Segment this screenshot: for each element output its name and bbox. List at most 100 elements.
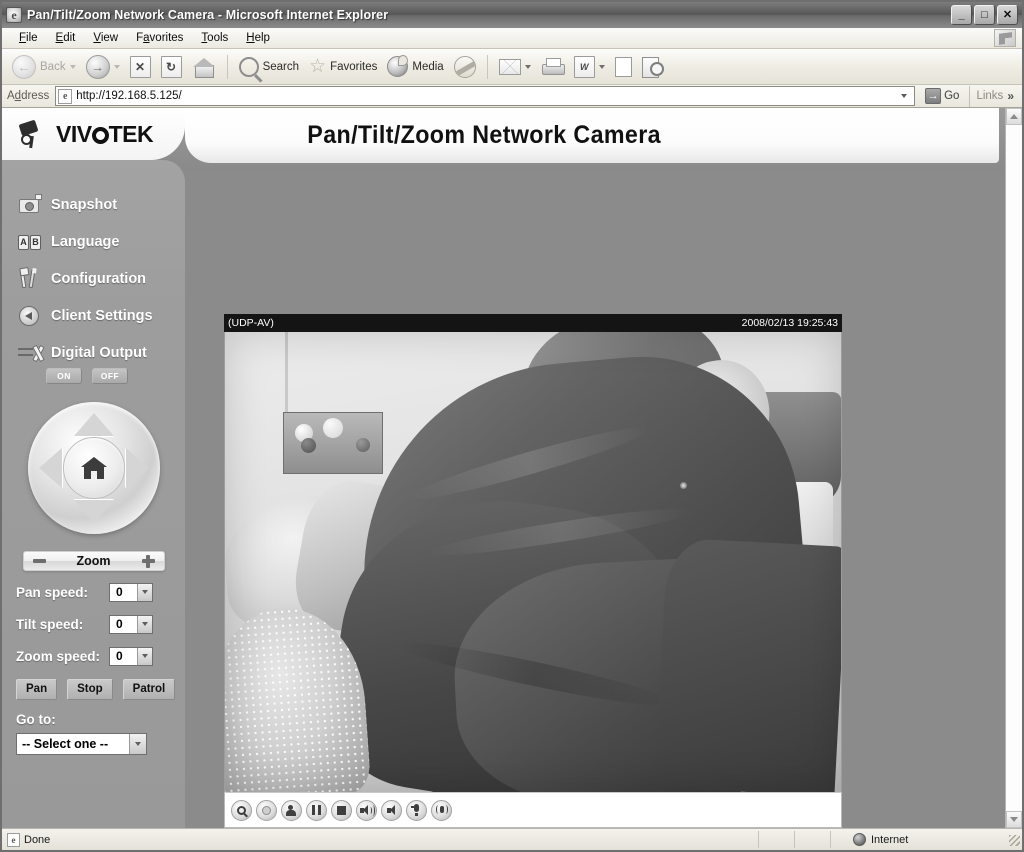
zoom-label: Zoom xyxy=(76,554,111,568)
talk-button[interactable] xyxy=(431,799,452,821)
minimize-button[interactable]: _ xyxy=(951,5,972,25)
page-header-banner: Pan/Tilt/Zoom Network Camera xyxy=(185,108,999,163)
patrol-button[interactable]: Patrol xyxy=(122,679,176,700)
mail-icon xyxy=(498,58,521,75)
back-button[interactable]: ← Back xyxy=(8,52,80,82)
zoom-out-icon[interactable] xyxy=(32,559,46,563)
ptz-joystick[interactable] xyxy=(27,402,160,534)
blank-page-button[interactable] xyxy=(611,52,636,82)
sidebar-item-configuration[interactable]: Configuration xyxy=(2,260,185,297)
record-button[interactable] xyxy=(256,799,277,821)
browser-toolbar: ← Back → ✕ ↻ Search ☆ Favorites Media W xyxy=(2,49,1022,85)
research-button[interactable] xyxy=(638,52,668,82)
chevron-down-icon[interactable] xyxy=(129,734,146,754)
page-scrollbar[interactable] xyxy=(1005,108,1022,828)
digital-zoom-button[interactable] xyxy=(231,799,252,821)
zoom-control-bar[interactable]: Zoom xyxy=(22,551,165,571)
maximize-button[interactable]: □ xyxy=(974,5,995,25)
menu-item-tools[interactable]: Tools xyxy=(192,30,237,46)
scroll-up-button[interactable] xyxy=(1006,108,1022,125)
digital-output-on-button[interactable]: ON xyxy=(46,368,82,384)
goto-label: Go to: xyxy=(16,712,56,727)
arrow-up-icon[interactable] xyxy=(73,413,114,436)
camera-web-page: Pan/Tilt/Zoom Network Camera VIV TEK Snap… xyxy=(2,108,1005,828)
mic-button[interactable] xyxy=(406,799,427,821)
menu-item-help[interactable]: Help xyxy=(237,30,279,46)
sidebar-item-language[interactable]: AB Language xyxy=(2,223,185,260)
chevron-down-icon[interactable] xyxy=(137,583,152,601)
stop-button[interactable]: ✕ xyxy=(126,52,155,82)
stop-button[interactable]: Stop xyxy=(67,679,113,700)
logo-o-icon xyxy=(91,126,109,144)
arrow-right-icon[interactable] xyxy=(125,448,149,488)
zoom-speed-select[interactable]: 0 xyxy=(109,646,153,666)
resize-grip[interactable] xyxy=(1006,832,1022,848)
home-button[interactable] xyxy=(188,52,220,82)
snapshot-button[interactable] xyxy=(281,799,302,821)
status-bar: Done Internet xyxy=(2,828,1022,850)
tilt-speed-label: Tilt speed: xyxy=(16,616,84,632)
pan-button[interactable]: Pan xyxy=(16,679,58,700)
arrow-down-icon[interactable] xyxy=(73,500,114,523)
pause-button[interactable] xyxy=(306,799,327,821)
history-button[interactable] xyxy=(450,52,480,82)
arrow-left-icon[interactable] xyxy=(38,448,62,488)
page-favicon-icon xyxy=(58,88,73,104)
window-title: Pan/Tilt/Zoom Network Camera - Microsoft… xyxy=(27,8,389,22)
ptz-action-buttons: Pan Stop Patrol xyxy=(2,679,185,700)
brand-logo-text: VIV TEK xyxy=(56,120,154,147)
refresh-button[interactable]: ↻ xyxy=(157,52,186,82)
zoom-speed-row: Zoom speed: 0 xyxy=(2,645,185,667)
links-chevron-icon[interactable]: » xyxy=(1007,89,1014,103)
video-control-bar xyxy=(224,792,842,828)
video-stream-image[interactable] xyxy=(224,332,842,792)
close-button[interactable]: ✕ xyxy=(997,5,1018,25)
address-dropdown-button[interactable] xyxy=(896,87,912,105)
edit-button[interactable]: W xyxy=(570,52,609,82)
browser-window: Pan/Tilt/Zoom Network Camera - Microsoft… xyxy=(0,0,1024,852)
security-zone[interactable]: Internet xyxy=(831,831,1006,848)
stop-button[interactable] xyxy=(331,799,352,821)
address-input[interactable]: http://192.168.5.125/ xyxy=(55,86,916,106)
refresh-icon: ↻ xyxy=(160,55,182,78)
go-button[interactable]: → Go xyxy=(919,86,965,107)
search-button[interactable]: Search xyxy=(235,52,303,82)
menu-item-view[interactable]: View xyxy=(84,30,127,46)
edit-dropdown-icon[interactable] xyxy=(598,64,605,69)
print-button[interactable] xyxy=(537,52,568,82)
forward-button[interactable]: → xyxy=(82,52,124,82)
links-button[interactable]: Links » xyxy=(969,85,1022,107)
chevron-down-icon[interactable] xyxy=(137,615,152,633)
scroll-down-button[interactable] xyxy=(1006,811,1022,828)
sidebar-item-label: Snapshot xyxy=(51,196,118,213)
scrollbar-track[interactable] xyxy=(1006,125,1022,811)
chevron-down-icon[interactable] xyxy=(137,647,152,665)
mail-button[interactable] xyxy=(495,52,535,82)
back-dropdown-icon[interactable] xyxy=(69,64,76,69)
tilt-speed-select[interactable]: 0 xyxy=(109,614,153,634)
pause-icon xyxy=(312,805,321,815)
pan-speed-select[interactable]: 0 xyxy=(109,582,153,602)
volume-button[interactable] xyxy=(356,799,377,821)
sidebar-item-client-settings[interactable]: Client Settings xyxy=(2,297,185,334)
record-icon xyxy=(262,805,271,815)
forward-dropdown-icon[interactable] xyxy=(113,64,120,69)
page-viewport: Pan/Tilt/Zoom Network Camera VIV TEK Snap… xyxy=(2,108,1022,828)
sidebar-item-snapshot[interactable]: Snapshot xyxy=(2,186,185,223)
sidebar-item-digital-output[interactable]: Digital Output xyxy=(2,334,185,371)
zoom-in-icon[interactable] xyxy=(141,554,155,568)
media-button[interactable]: Media xyxy=(383,52,447,82)
pan-speed-row: Pan speed: 0 xyxy=(2,581,185,603)
ptz-home-button[interactable] xyxy=(62,437,125,499)
configuration-icon xyxy=(18,268,42,290)
menu-item-file[interactable]: File xyxy=(10,30,47,46)
menu-item-edit[interactable]: Edit xyxy=(47,30,85,46)
windows-flag-icon xyxy=(994,29,1016,47)
menu-item-favorites[interactable]: Favorites xyxy=(127,30,192,46)
mail-dropdown-icon[interactable] xyxy=(524,64,531,69)
mute-button[interactable] xyxy=(381,799,402,821)
digital-output-off-button[interactable]: OFF xyxy=(92,368,128,384)
favorites-button[interactable]: ☆ Favorites xyxy=(305,52,381,82)
brand-logo[interactable]: VIV TEK xyxy=(2,108,185,160)
goto-preset-select[interactable]: -- Select one -- xyxy=(16,733,147,755)
